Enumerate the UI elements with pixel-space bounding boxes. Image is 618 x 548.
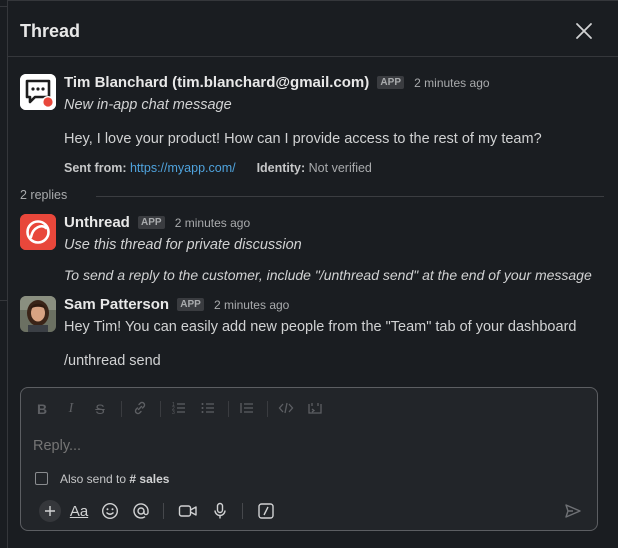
- message-meta: Sent from: https://myapp.com/ Identity: …: [64, 161, 614, 175]
- message-text: Hey Tim! You can easily add new people f…: [64, 319, 577, 335]
- also-send-label: Also send to: [60, 472, 127, 486]
- replies-count: 2 replies: [20, 188, 68, 202]
- sent-from-label: Sent from:: [64, 161, 127, 175]
- reply-message: Unthread APP 2 minutes ago Use this thre…: [20, 214, 610, 286]
- thread-header: Thread: [8, 0, 618, 57]
- divider: [96, 196, 604, 197]
- composer-actions: Aa: [29, 498, 589, 524]
- italic-icon[interactable]: I: [62, 400, 80, 418]
- send-icon: [565, 504, 581, 518]
- divider: [160, 401, 161, 417]
- sent-from-link[interactable]: https://myapp.com/: [130, 161, 236, 175]
- svg-text:3: 3: [172, 410, 175, 416]
- unthread-logo-icon: [20, 214, 56, 250]
- emoji-icon: [101, 502, 119, 520]
- identity-label: Identity:: [256, 161, 306, 175]
- reply-message: Sam Patterson APP 2 minutes ago Hey Tim!…: [20, 296, 610, 370]
- divider: [267, 401, 268, 417]
- message-text: /unthread send: [64, 353, 161, 369]
- divider: [228, 401, 229, 417]
- divider: [0, 300, 8, 301]
- microphone-icon: [214, 502, 226, 519]
- avatar[interactable]: [20, 214, 56, 250]
- mention-icon: [133, 503, 149, 519]
- timestamp[interactable]: 2 minutes ago: [175, 216, 250, 230]
- code-icon[interactable]: [277, 400, 295, 418]
- strikethrough-icon[interactable]: S: [91, 400, 109, 418]
- avatar[interactable]: [20, 74, 56, 110]
- plus-icon: [45, 506, 55, 516]
- close-icon: [576, 23, 592, 39]
- replies-divider: 2 replies: [20, 188, 604, 204]
- plus-button[interactable]: [39, 500, 61, 522]
- formatting-toolbar: B I S 123: [33, 400, 593, 418]
- divider: [121, 401, 122, 417]
- sender-name[interactable]: Tim Blanchard (tim.blanchard@gmail.com): [64, 74, 369, 91]
- app-badge: APP: [177, 298, 204, 311]
- send-button[interactable]: [562, 500, 584, 522]
- message-subtitle: New in-app chat message: [64, 97, 232, 113]
- divider: [242, 503, 243, 519]
- slash-command-icon: [258, 503, 274, 519]
- sender-name[interactable]: Sam Patterson: [64, 296, 169, 313]
- ordered-list-icon[interactable]: 123: [170, 400, 188, 418]
- channel-name[interactable]: # sales: [129, 472, 169, 486]
- also-send-checkbox[interactable]: [35, 472, 48, 485]
- background-channel-strip: [0, 0, 8, 548]
- page-title: Thread: [20, 21, 81, 41]
- message-text: Hey, I love your product! How can I prov…: [64, 131, 542, 147]
- microphone-button[interactable]: [209, 500, 231, 522]
- text-format-button[interactable]: Aa: [67, 500, 91, 522]
- divider: [163, 503, 164, 519]
- identity-value: Not verified: [308, 161, 372, 175]
- timestamp[interactable]: 2 minutes ago: [414, 76, 489, 90]
- bold-icon[interactable]: B: [33, 400, 51, 418]
- mention-button[interactable]: [130, 500, 152, 522]
- video-icon: [178, 505, 197, 517]
- parent-message: Tim Blanchard (tim.blanchard@gmail.com) …: [20, 74, 610, 184]
- close-button[interactable]: [574, 21, 594, 41]
- indent-list-icon[interactable]: [238, 400, 256, 418]
- message-text: To send a reply to the customer, include…: [64, 267, 592, 283]
- avatar[interactable]: [20, 296, 56, 332]
- bulleted-list-icon[interactable]: [199, 400, 217, 418]
- reply-input[interactable]: [33, 436, 573, 456]
- video-button[interactable]: [177, 500, 199, 522]
- app-badge: APP: [377, 76, 404, 89]
- sender-name[interactable]: Unthread: [64, 214, 130, 231]
- divider: [0, 6, 8, 7]
- link-icon[interactable]: [131, 400, 149, 418]
- thread-panel: Thread Tim Blanchard (tim.blanchard@gmai…: [8, 0, 618, 548]
- app-badge: APP: [138, 216, 165, 229]
- chat-app-icon: [20, 74, 56, 110]
- code-block-icon[interactable]: [306, 400, 324, 418]
- reply-composer: B I S 123 Reply... Also send to # sales …: [20, 387, 598, 531]
- timestamp[interactable]: 2 minutes ago: [214, 298, 289, 312]
- slash-command-button[interactable]: [255, 500, 277, 522]
- user-photo-icon: [20, 296, 56, 332]
- message-text: Use this thread for private discussion: [64, 237, 302, 253]
- emoji-button[interactable]: [99, 500, 121, 522]
